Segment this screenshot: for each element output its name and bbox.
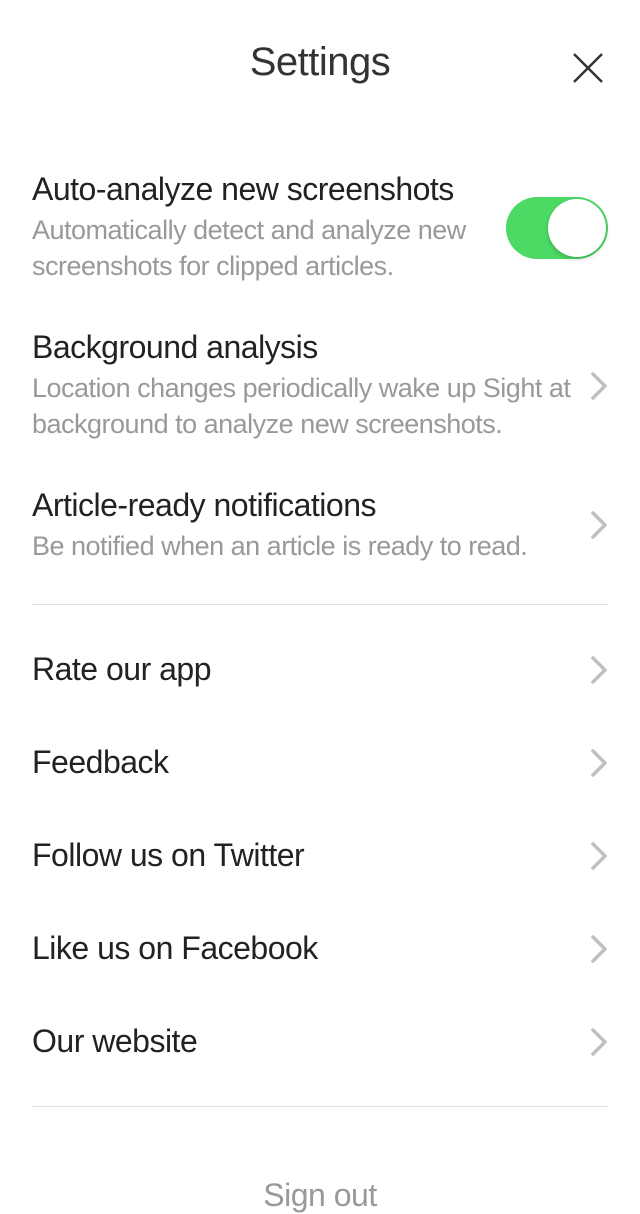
link-facebook[interactable]: Like us on Facebook bbox=[32, 902, 608, 995]
chevron-right-icon bbox=[590, 1027, 608, 1057]
setting-text: Article-ready notifications Be notified … bbox=[32, 487, 574, 564]
chevron-right-icon bbox=[590, 934, 608, 964]
link-website[interactable]: Our website bbox=[32, 995, 608, 1088]
link-rate[interactable]: Rate our app bbox=[32, 623, 608, 716]
link-label: Like us on Facebook bbox=[32, 930, 590, 967]
toggle-knob bbox=[548, 199, 606, 257]
page-title: Settings bbox=[250, 40, 391, 85]
divider bbox=[32, 1106, 608, 1107]
setting-title: Auto-analyze new screenshots bbox=[32, 171, 490, 208]
setting-auto-analyze: Auto-analyze new screenshots Automatical… bbox=[32, 149, 608, 307]
link-twitter[interactable]: Follow us on Twitter bbox=[32, 809, 608, 902]
setting-text: Background analysis Location changes per… bbox=[32, 329, 574, 443]
settings-content: Auto-analyze new screenshots Automatical… bbox=[0, 125, 640, 1214]
close-icon bbox=[570, 50, 606, 86]
setting-title: Article-ready notifications bbox=[32, 487, 574, 524]
setting-notifications[interactable]: Article-ready notifications Be notified … bbox=[32, 465, 608, 586]
signout-button[interactable]: Sign out bbox=[32, 1125, 608, 1214]
setting-subtitle: Automatically detect and analyze new scr… bbox=[32, 212, 490, 285]
link-label: Rate our app bbox=[32, 651, 590, 688]
setting-subtitle: Location changes periodically wake up Si… bbox=[32, 370, 574, 443]
chevron-right-icon bbox=[590, 655, 608, 685]
link-label: Follow us on Twitter bbox=[32, 837, 590, 874]
close-button[interactable] bbox=[568, 48, 608, 88]
chevron-right-icon bbox=[590, 371, 608, 401]
chevron-right-icon bbox=[590, 841, 608, 871]
divider bbox=[32, 604, 608, 605]
auto-analyze-toggle[interactable] bbox=[506, 197, 608, 259]
header: Settings bbox=[0, 0, 640, 125]
link-label: Feedback bbox=[32, 744, 590, 781]
setting-subtitle: Be notified when an article is ready to … bbox=[32, 528, 574, 564]
setting-text: Auto-analyze new screenshots Automatical… bbox=[32, 171, 490, 285]
chevron-right-icon bbox=[590, 748, 608, 778]
setting-title: Background analysis bbox=[32, 329, 574, 366]
chevron-right-icon bbox=[590, 510, 608, 540]
setting-background-analysis[interactable]: Background analysis Location changes per… bbox=[32, 307, 608, 465]
link-label: Our website bbox=[32, 1023, 590, 1060]
link-feedback[interactable]: Feedback bbox=[32, 716, 608, 809]
